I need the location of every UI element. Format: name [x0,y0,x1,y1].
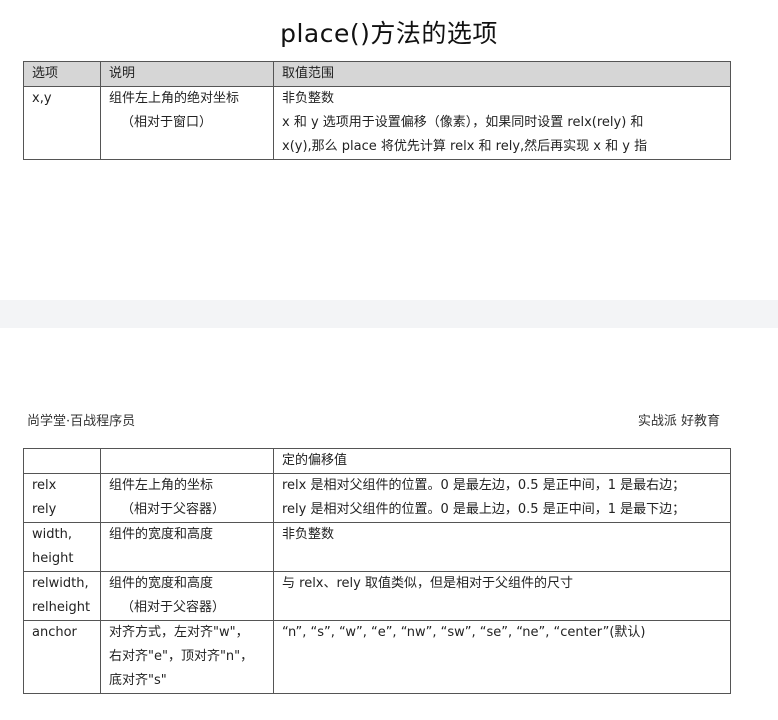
range-cell: 与 relx、rely 取值类似，但是相对于父组件的尺寸 [273,571,731,621]
description-cell [100,448,274,474]
table-row: anchor 对齐方式，左对齐"w"， 右对齐"e"，顶对齐"n"， 底对齐"s" “n… [23,620,731,694]
table-row: relx rely 组件左上角的坐标 （相对于父容器） relx 是相对父组件的位置。0… [23,473,731,523]
description-cell-line: 组件左上角的绝对坐标 [109,91,240,106]
column-header-description: 说明 [100,61,274,87]
option-cell: relwidth, relheight [23,571,101,621]
description-cell-line: （相对于窗口） [121,115,213,130]
description-cell-line: 右对齐"e"，顶对齐"n"， [109,649,254,664]
option-cell-line: height [32,551,74,566]
table-row: 定的偏移值 [23,448,731,474]
option-cell-line: anchor [32,625,77,640]
description-cell-line: 组件左上角的坐标 [109,478,214,493]
table-row: x,y 组件左上角的绝对坐标 （相对于窗口） 非负整数 x 和 y 选项用于设置偏移（像… [23,86,731,160]
description-cell: 组件的宽度和高度 （相对于父容器） [100,571,274,621]
range-cell: 非负整数 [273,522,731,572]
column-header-range: 取值范围 [273,61,731,87]
range-cell: “n”, “s”, “w”, “e”, “nw”, “sw”, “se”, “n… [273,620,731,694]
option-cell-line: relx [32,478,57,493]
option-cell: width, height [23,522,101,572]
description-cell-line [109,450,265,473]
range-cell-line: relx 是相对父组件的位置。0 是最左边，0.5 是正中间，1 是最右边； [282,478,686,493]
description-cell: 组件左上角的坐标 （相对于父容器） [100,473,274,523]
document-page-1: place()方法的选项 选项 说明 取值范围 x,y 组件左上角的绝对坐标 （相对… [0,0,778,300]
page-title: place()方法的选项 [280,19,498,48]
option-cell-line: relheight [32,600,91,615]
option-cell-line: relwidth, [32,576,89,591]
options-table-part-1: 选项 说明 取值范围 x,y 组件左上角的绝对坐标 （相对于窗口） 非负整数 x 和 y… [23,61,731,160]
range-cell-line: rely 是相对父组件的位置。0 是最上边，0.5 是正中间，1 是最下边； [282,502,686,517]
option-cell [23,448,101,474]
option-cell: x,y [23,86,101,160]
table-header-row: 选项 说明 取值范围 [23,61,731,87]
description-cell-line: 底对齐"s" [109,673,167,688]
table-row: width, height 组件的宽度和高度 非负整数 [23,522,731,572]
option-cell: relx rely [23,473,101,523]
document-page-2: 尚学堂·百战程序员 实战派 好教育 定的偏移值 relx rely 组件左上角的坐标 （… [0,328,778,720]
range-cell-line: “n”, “s”, “w”, “e”, “nw”, “sw”, “se”, “n… [282,625,646,640]
description-cell-line: 组件的宽度和高度 [109,527,214,542]
option-cell-line: rely [32,502,57,517]
page-header-left: 尚学堂·百战程序员 [27,414,136,429]
range-cell: 非负整数 x 和 y 选项用于设置偏移（像素），如果同时设置 relx(rely)… [273,86,731,160]
column-header-option: 选项 [23,61,101,87]
page-header-right: 实战派 好教育 [637,414,720,429]
description-cell-line: 组件的宽度和高度 [109,576,214,591]
range-cell-line: x(y),那么 place 将优先计算 relx 和 rely,然后再实现 x … [282,139,648,154]
range-cell-line: 与 relx、rely 取值类似，但是相对于父组件的尺寸 [282,576,573,591]
range-cell-line: 定的偏移值 [282,453,348,468]
range-cell: relx 是相对父组件的位置。0 是最左边，0.5 是正中间，1 是最右边； re… [273,473,731,523]
description-cell: 组件左上角的绝对坐标 （相对于窗口） [100,86,274,160]
table-row: relwidth, relheight 组件的宽度和高度 （相对于父容器） 与 relx… [23,571,731,621]
page-gap [0,300,778,328]
description-cell: 对齐方式，左对齐"w"， 右对齐"e"，顶对齐"n"， 底对齐"s" [100,620,274,694]
description-cell-line: 对齐方式，左对齐"w"， [109,625,249,640]
description-cell-line: （相对于父容器） [121,600,226,615]
option-cell-line: width, [32,527,72,542]
description-cell-line: （相对于父容器） [121,502,226,517]
option-cell-line [32,450,92,473]
options-table-part-2: 定的偏移值 relx rely 组件左上角的坐标 （相对于父容器） relx 是相对父组件… [23,448,731,694]
range-cell-line: 非负整数 [282,91,335,106]
range-cell-line: x 和 y 选项用于设置偏移（像素），如果同时设置 relx(rely) 和 [282,115,644,130]
range-cell: 定的偏移值 [273,448,731,474]
option-cell: anchor [23,620,101,694]
option-cell-line: x,y [32,91,52,106]
range-cell-line: 非负整数 [282,527,335,542]
description-cell: 组件的宽度和高度 [100,522,274,572]
